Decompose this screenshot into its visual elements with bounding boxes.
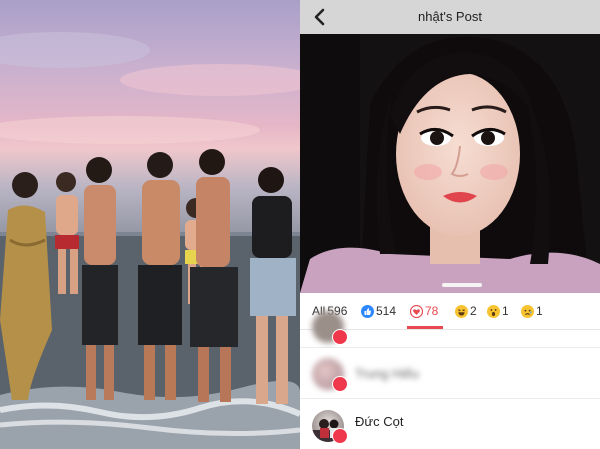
beach-photo-illustration [0,32,300,449]
tab-sad-count: 1 [536,304,543,318]
list-item[interactable] [300,311,600,348]
love-badge-icon [332,376,348,392]
tab-wow-count: 1 [502,304,509,318]
person-name: Đức Cọt [355,414,404,429]
person-name: Trung Hiếu [355,366,419,381]
list-item[interactable]: Trung Hiếu [300,348,600,399]
tab-love-count: 78 [425,304,439,318]
avatar [312,311,348,345]
group-beach-photo [0,0,300,449]
love-badge-icon [332,329,348,345]
love-reaction-icon [410,304,423,318]
list-item[interactable]: Đức Cọt [300,399,600,449]
tab-like-count: 514 [376,304,397,318]
avatar [312,358,348,392]
tab-haha-count: 2 [470,304,477,318]
haha-reaction-icon [455,304,468,318]
page-title: nhật's Post [418,9,482,24]
wow-reaction-icon [487,304,500,318]
love-badge-icon [332,428,348,444]
sheet-drag-handle[interactable] [442,283,482,287]
portrait-photo-illustration [300,34,600,293]
reactions-sheet: All 596 514 78 2 1 1 Trung Hiếu Đức Cọt [300,293,600,449]
sad-reaction-icon [521,304,534,318]
avatar [312,410,348,444]
post-photo[interactable] [300,34,600,293]
like-reaction-icon [361,304,374,318]
post-reactions-screen: nhật's Post All 596 514 78 2 1 1 Trung H… [300,0,600,449]
navigation-bar: nhật's Post [300,0,600,34]
